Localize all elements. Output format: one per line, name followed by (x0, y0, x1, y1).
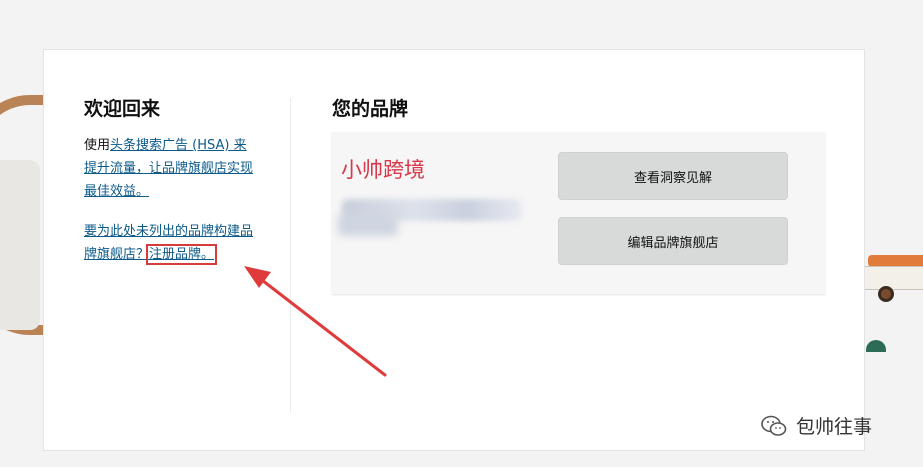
register-brand-link[interactable]: 注册品牌。 (146, 244, 218, 265)
store-dashboard-card: 欢迎回来 使用头条搜索广告 (HSA) 来提升流量，让品牌旗舰店实现最佳效益。 … (43, 49, 865, 451)
section-divider (290, 98, 291, 413)
brands-title: 您的品牌 (332, 98, 409, 120)
decorative-object (866, 340, 886, 352)
welcome-description: 使用头条搜索广告 (HSA) 来提升流量，让品牌旗舰店实现最佳效益。 (84, 134, 259, 203)
watermark-text: 小帅跨境 (341, 158, 425, 182)
view-insights-button[interactable]: 查看洞察见解 (558, 152, 788, 200)
wechat-icon (761, 415, 787, 436)
decorative-toy-car (864, 250, 923, 310)
register-brand-prompt: 要为此处未列出的品牌构建品牌旗舰店？注册品牌。 (84, 220, 264, 266)
welcome-text-prefix: 使用 (84, 138, 111, 153)
hsa-link[interactable]: 头条搜索广告 (HSA) 来提升流量，让品牌旗舰店实现最佳效益。 (84, 138, 253, 199)
footer-brand: 包帅往事 (760, 412, 872, 439)
footer-account-name: 包帅往事 (796, 416, 873, 438)
edit-store-button[interactable]: 编辑品牌旗舰店 (558, 217, 788, 265)
brand-panel: 小帅跨境 查看洞察见解 编辑品牌旗舰店 (332, 132, 825, 294)
blurred-brand-logo (338, 214, 398, 236)
decorative-bag (0, 160, 40, 330)
welcome-title: 欢迎回来 (84, 98, 161, 120)
